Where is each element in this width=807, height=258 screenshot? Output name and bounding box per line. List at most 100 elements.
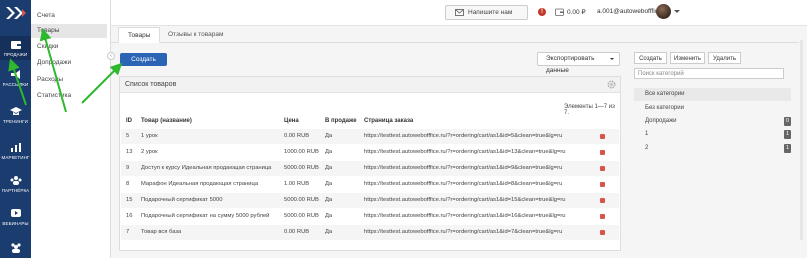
rail-item-marketing[interactable]: МАРКЕТИНГ (0, 142, 31, 166)
delete-icon[interactable] (600, 150, 605, 155)
delete-icon[interactable] (600, 182, 605, 187)
graduation-cap-icon (9, 107, 22, 115)
gear-icon[interactable] (607, 80, 616, 89)
cell-on-sale: Да (325, 133, 333, 139)
group-icon (10, 243, 21, 253)
rail-item-trainings[interactable]: ТРЕНИНГИ (0, 106, 31, 130)
category-item-uncategorized[interactable]: Без категории (634, 102, 791, 115)
cell-name[interactable]: Доступ к курсу Идеальная продающая стран… (141, 165, 271, 171)
product-list-panel: Список товаров Элементы 1—7 из 7. ID Тов… (119, 76, 621, 251)
export-data-label: Экспортировать данные (546, 55, 595, 74)
video-play-icon (10, 209, 21, 217)
rail-item-label: МАРКЕТИНГ (1, 155, 30, 160)
panel-header: Список товаров (120, 77, 620, 93)
cell-order-url[interactable]: https://testtest.autowebofffice.ru/?r=or… (364, 213, 566, 219)
cell-on-sale: Да (325, 165, 333, 171)
cell-id: 5 (126, 133, 130, 139)
chevron-down-icon (610, 58, 614, 60)
chevron-down-icon[interactable] (674, 10, 680, 13)
table-row: 5 1 урок 0.00 RUB Да https://testtest.au… (121, 129, 619, 144)
tab-products[interactable]: Товары (118, 27, 161, 43)
cell-price: 5000.00 RUB (284, 213, 319, 219)
cell-name[interactable]: 2 урок (141, 149, 158, 155)
rail-item-sales[interactable]: ПРОДАЖИ (0, 36, 31, 60)
category-item-2[interactable]: 2 1 (634, 142, 791, 155)
rail-item-webinars[interactable]: ВЕБИНАРЫ (0, 208, 31, 232)
alert-icon[interactable]: ! (538, 8, 546, 16)
category-item-upsells[interactable]: Допродажи 0 (634, 115, 791, 128)
cell-name[interactable]: 1 урок (141, 133, 158, 139)
cell-order-url[interactable]: https://testtest.autowebofffice.ru/?r=or… (364, 165, 562, 171)
rail-item-affiliate[interactable]: ПАРТНЁРКА (0, 175, 31, 199)
submenu-item-upsells[interactable]: Допродажи (31, 56, 107, 70)
table-row: 15 Подарочный сертификат 5000 5000.00 RU… (121, 193, 619, 208)
delete-icon[interactable] (600, 230, 605, 235)
cell-on-sale: Да (325, 149, 333, 155)
create-product-button[interactable]: Создать (120, 53, 167, 66)
submenu-item-products[interactable]: Товары (31, 24, 107, 38)
column-header-order-page[interactable]: Страница заказа (364, 118, 413, 124)
category-search-input[interactable]: Поиск категорий (634, 68, 784, 79)
megaphone-icon (10, 70, 20, 79)
rail-item-label: РАССЫЛКИ (2, 82, 29, 87)
rail-item-label: ВЕБИНАРЫ (2, 221, 29, 226)
cell-name[interactable]: Товар вся база (141, 229, 181, 235)
wallet-icon[interactable] (555, 8, 564, 16)
create-category-button[interactable]: Создать (634, 52, 667, 64)
column-header-price[interactable]: Цена (284, 118, 299, 124)
count-badge: 1 (784, 144, 791, 153)
edit-category-button[interactable]: Изменить (670, 52, 705, 64)
cell-order-url[interactable]: https://testtest.autowebofffice.ru/?r=or… (364, 149, 566, 155)
delete-icon[interactable] (600, 214, 605, 219)
submenu-item-discounts[interactable]: Скидки (31, 40, 107, 54)
cell-order-url[interactable]: https://testtest.autowebofffice.ru/?r=or… (364, 197, 566, 203)
cell-price: 1.00 RUB (284, 181, 310, 187)
panel-title: Список товаров (125, 81, 177, 88)
cell-name[interactable]: Марафон Идеальная продающая страница (141, 181, 258, 187)
cell-id: 8 (126, 181, 130, 187)
cell-order-url[interactable]: https://testtest.autowebofffice.ru/?r=or… (364, 229, 562, 235)
category-label: Допродажи (645, 118, 677, 124)
table-row: 9 Доступ к курсу Идеальная продающая стр… (121, 161, 619, 176)
table-row: 7 Товар вся база 0.00 RUB Да https://tes… (121, 225, 619, 240)
submenu-item-invoices[interactable]: Счета (31, 9, 107, 23)
chart-icon (10, 143, 21, 152)
wallet-icon (10, 41, 21, 49)
cell-id: 16 (126, 213, 133, 219)
sales-submenu: Счета Товары Скидки Допродажи Расходы Ст… (31, 0, 111, 258)
delete-category-button[interactable]: Удалить (708, 52, 741, 64)
export-data-button[interactable]: Экспортировать данные (537, 52, 620, 74)
contact-us-label: Напишите нам (468, 9, 513, 16)
page-scrollbar[interactable] (800, 40, 803, 240)
cell-name[interactable]: Подарочный сертификат 5000 (141, 197, 222, 203)
avatar[interactable] (656, 4, 671, 19)
cell-name[interactable]: Подарочный сертификат на сумму 5000 рубл… (141, 213, 269, 219)
category-item-1[interactable]: 1 1 (634, 128, 791, 141)
cell-order-url[interactable]: https://testtest.autowebofffice.ru/?r=or… (364, 133, 562, 139)
delete-icon[interactable] (600, 198, 605, 203)
submenu-item-statistics[interactable]: Статистика (31, 89, 107, 103)
column-header-on-sale[interactable]: В продаже (325, 118, 357, 124)
delete-icon[interactable] (600, 166, 605, 171)
column-header-id[interactable]: ID (126, 118, 132, 124)
main-nav-rail: ПРОДАЖИ РАССЫЛКИ ТРЕНИНГИ МАРКЕТИНГ ПАРТ… (0, 0, 31, 258)
logo-icon[interactable] (5, 6, 27, 20)
cell-on-sale: Да (325, 213, 333, 219)
rail-item-mailings[interactable]: РАССЫЛКИ (0, 69, 31, 93)
count-badge: 1 (784, 130, 791, 139)
contact-us-button[interactable]: Напишите нам (445, 5, 528, 20)
product-tabs: Товары Отзывы к товарам (111, 27, 799, 43)
submenu-item-expenses[interactable]: Расходы (31, 73, 107, 87)
tab-product-reviews[interactable]: Отзывы к товарам (159, 27, 232, 43)
delete-icon[interactable] (600, 134, 605, 139)
table-row: 16 Подарочный сертификат на сумму 5000 р… (121, 209, 619, 224)
cell-id: 13 (126, 149, 133, 155)
cell-order-url[interactable]: https://testtest.autowebofffice.ru/?r=or… (364, 181, 562, 187)
rail-item-groups[interactable] (0, 242, 31, 258)
column-header-name[interactable]: Товар (название) (141, 118, 192, 124)
category-item-all[interactable]: Все категории (634, 88, 791, 101)
cell-price: 1000.00 RUB (284, 149, 319, 155)
cell-price: 5000.00 RUB (284, 165, 319, 171)
collapse-menu-button[interactable]: ‹ (107, 52, 115, 60)
rail-item-label: ПРОДАЖИ (3, 52, 28, 57)
